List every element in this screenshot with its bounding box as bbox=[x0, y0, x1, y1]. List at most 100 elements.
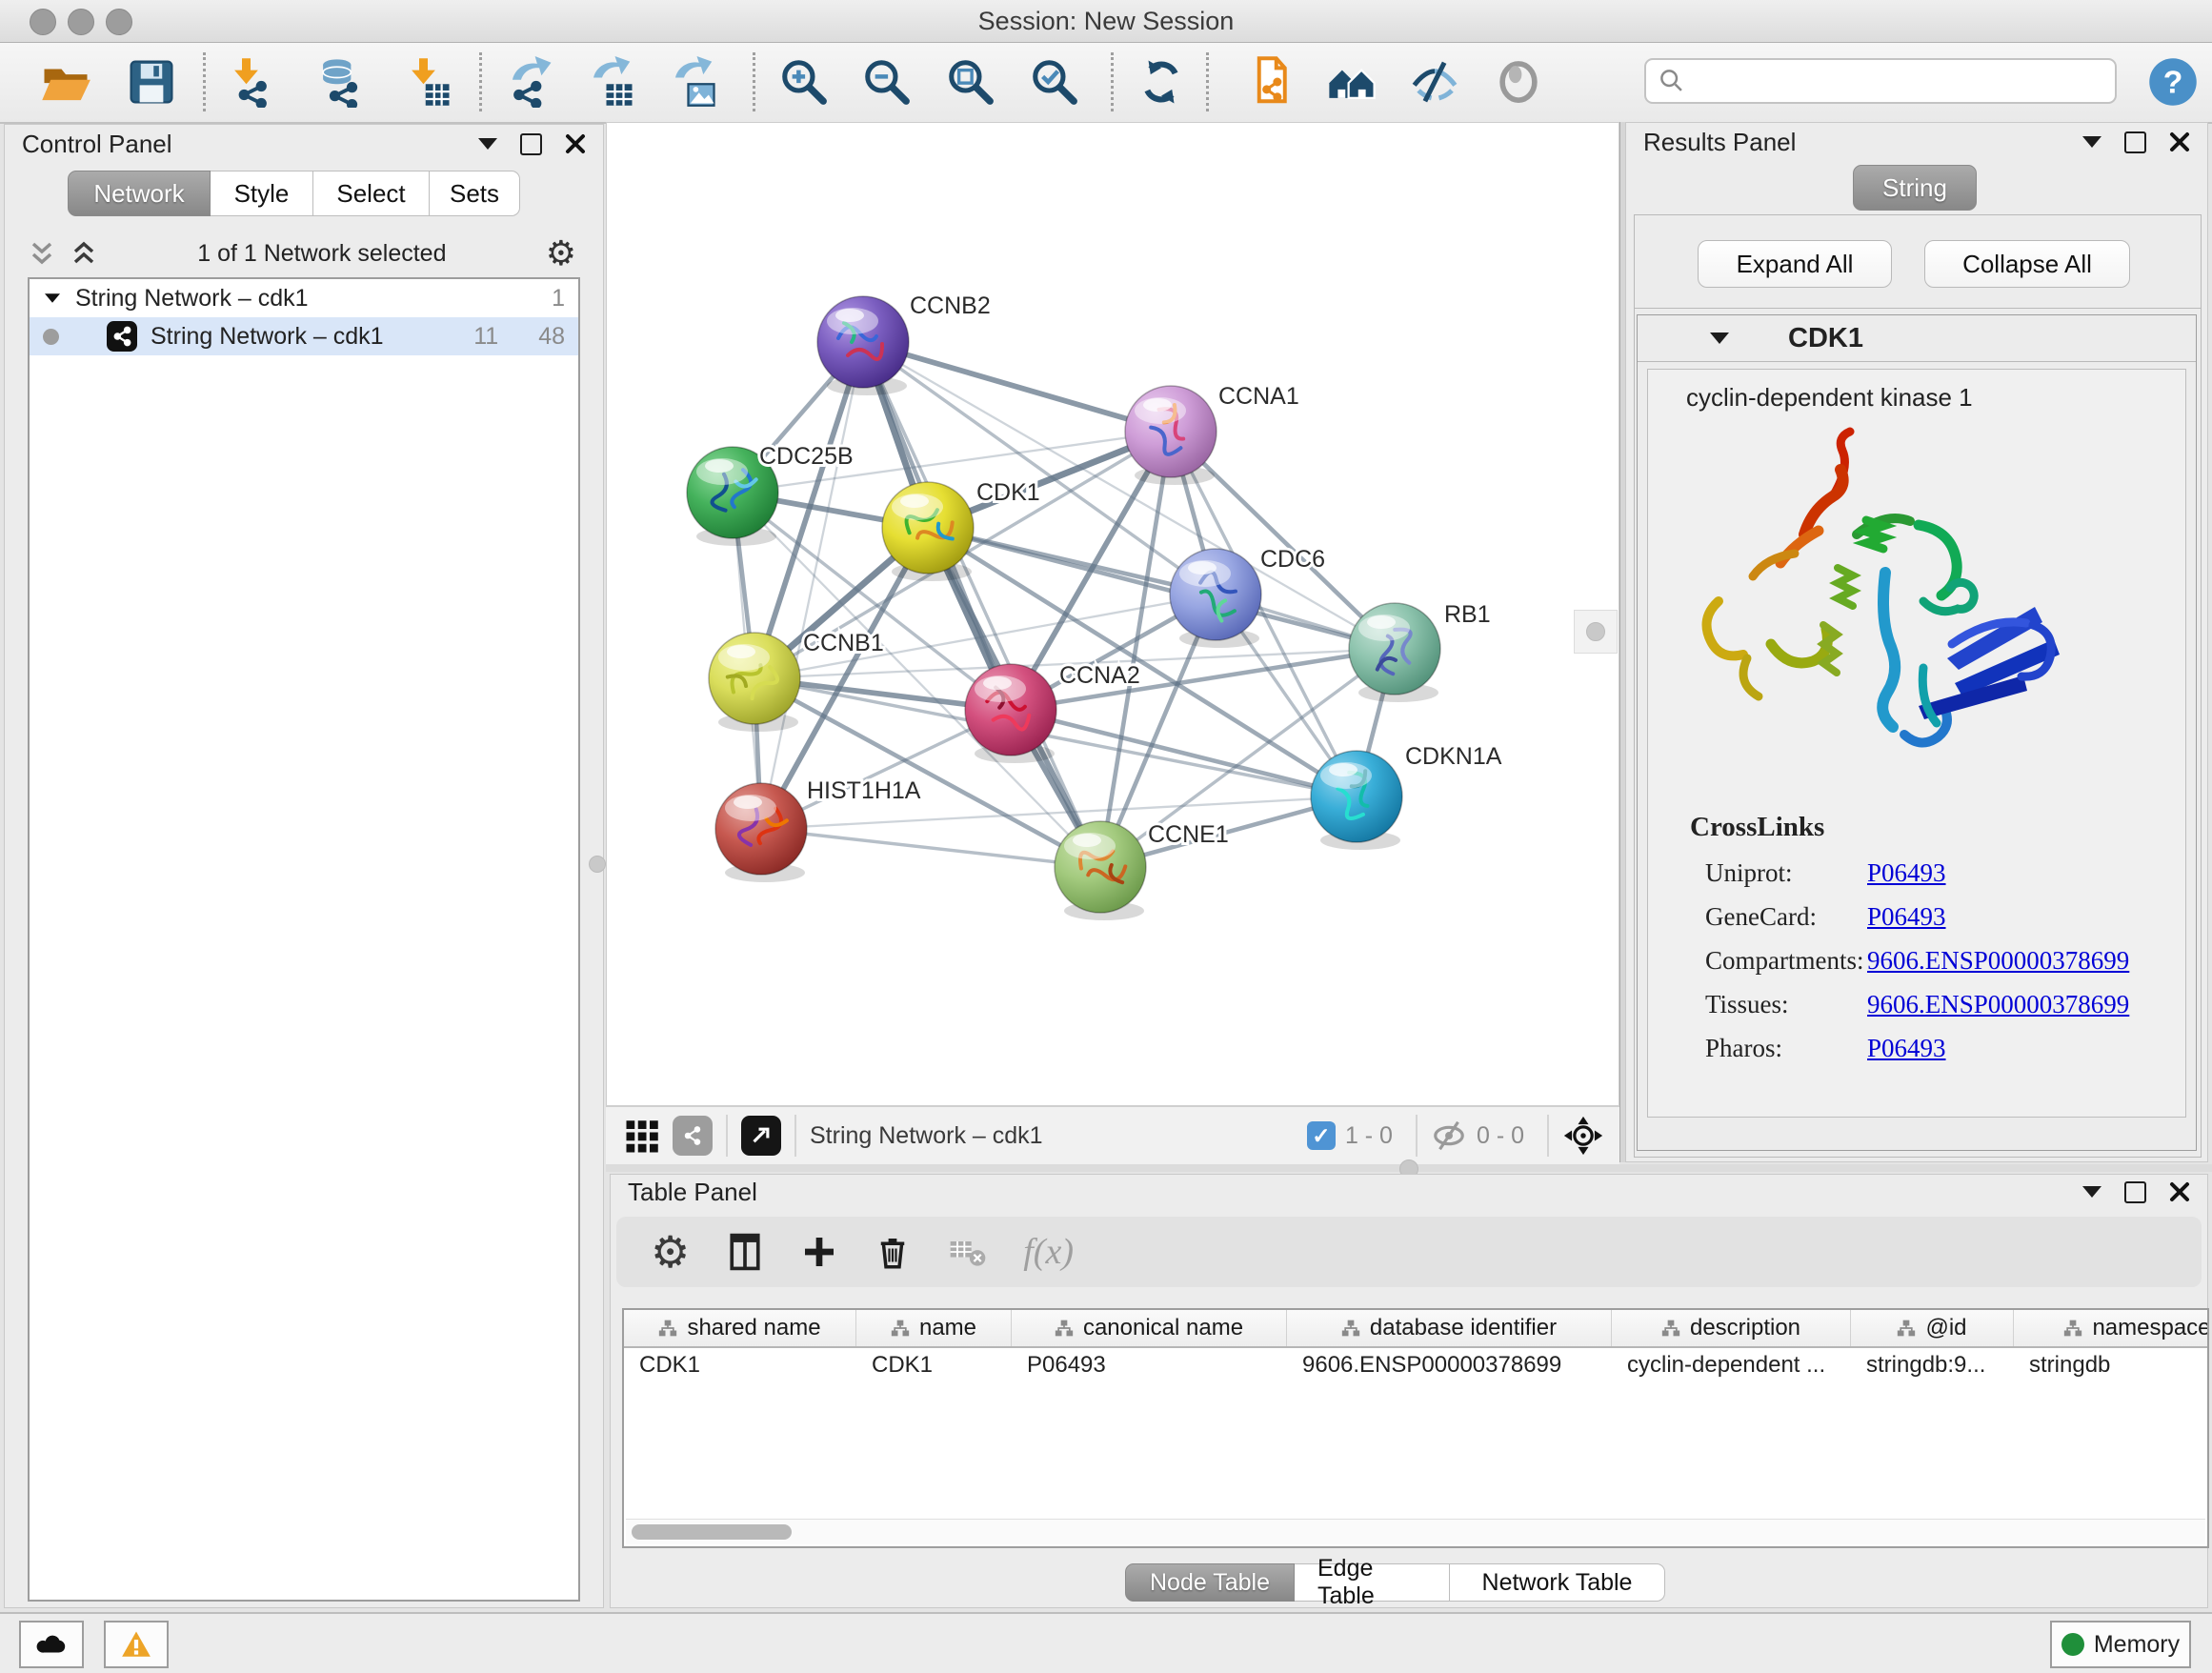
network-canvas[interactable]: CCNB2 CCNA1 CDC25B CDK1 CDC6 RB1 CCNB1 CCNA2 CDK… bbox=[606, 122, 1619, 1107]
search-field[interactable] bbox=[1644, 58, 2117, 104]
export-network-icon[interactable] bbox=[502, 54, 557, 110]
refresh-icon[interactable] bbox=[1134, 54, 1189, 110]
close-panel-icon[interactable] bbox=[2169, 1181, 2190, 1202]
open-in-window-icon[interactable] bbox=[741, 1116, 781, 1156]
node-label-CDC25B[interactable]: CDC25B bbox=[759, 443, 854, 470]
zoom-selected-icon[interactable] bbox=[1027, 54, 1082, 110]
node-label-CCNB1[interactable]: CCNB1 bbox=[803, 630, 884, 656]
node-label-CCNA2[interactable]: CCNA2 bbox=[1059, 662, 1140, 689]
column-header-namespace[interactable]: namespace bbox=[2014, 1310, 2209, 1346]
tab-sets[interactable]: Sets bbox=[430, 171, 520, 216]
column-header-description[interactable]: description bbox=[1612, 1310, 1851, 1346]
add-column-icon[interactable] bbox=[800, 1233, 838, 1271]
node-label-CDKN1A[interactable]: CDKN1A bbox=[1405, 743, 1502, 770]
selected-checkbox-icon[interactable]: ✓ bbox=[1307, 1121, 1336, 1150]
network-row[interactable]: String Network – cdk1 11 48 bbox=[30, 317, 578, 355]
network-collection-row[interactable]: String Network – cdk1 1 bbox=[30, 279, 578, 317]
node-label-HIST1H1A[interactable]: HIST1H1A bbox=[807, 777, 921, 804]
import-network-database-icon[interactable] bbox=[312, 54, 367, 110]
export-image-icon[interactable] bbox=[665, 54, 720, 110]
tab-edge-table[interactable]: Edge Table bbox=[1295, 1563, 1450, 1602]
help-icon[interactable]: ? bbox=[2145, 54, 2201, 110]
float-panel-icon[interactable] bbox=[2082, 136, 2101, 148]
warning-button[interactable] bbox=[104, 1621, 169, 1668]
table-horizontal-scrollbar[interactable] bbox=[626, 1519, 2205, 1544]
houses-icon[interactable] bbox=[1324, 54, 1379, 110]
table-row[interactable]: CDK1CDK1P064939606.ENSP00000378699cyclin… bbox=[624, 1348, 2207, 1382]
collapse-section-icon[interactable] bbox=[1710, 333, 1729, 344]
table-cell[interactable]: stringdb:9... bbox=[1851, 1352, 2014, 1379]
maximize-panel-icon[interactable] bbox=[2124, 131, 2146, 153]
zoom-out-icon[interactable] bbox=[859, 54, 915, 110]
export-table-icon[interactable] bbox=[583, 54, 638, 110]
tab-select[interactable]: Select bbox=[313, 171, 430, 216]
zoom-in-icon[interactable] bbox=[776, 54, 832, 110]
cloud-button[interactable] bbox=[19, 1621, 84, 1668]
hidden-eye-icon[interactable] bbox=[1431, 1118, 1467, 1154]
crosslink-pharos[interactable]: P06493 bbox=[1867, 1026, 1946, 1070]
tab-style[interactable]: Style bbox=[211, 171, 313, 216]
share-view-icon[interactable] bbox=[673, 1116, 713, 1156]
left-splitter-handle[interactable] bbox=[589, 856, 606, 873]
node-label-CCNE1[interactable]: CCNE1 bbox=[1148, 821, 1229, 848]
tab-node-table[interactable]: Node Table bbox=[1125, 1563, 1295, 1602]
table-settings-gear-icon[interactable]: ⚙ bbox=[651, 1230, 690, 1274]
zoom-window-button[interactable] bbox=[106, 9, 132, 35]
table-cell[interactable]: 9606.ENSP00000378699 bbox=[1287, 1352, 1612, 1379]
close-panel-icon[interactable] bbox=[565, 133, 586, 154]
zoom-fit-icon[interactable] bbox=[943, 54, 998, 110]
node-label-CCNB2[interactable]: CCNB2 bbox=[910, 292, 991, 319]
save-session-icon[interactable] bbox=[124, 54, 179, 110]
node-label-CDC6[interactable]: CDC6 bbox=[1260, 546, 1325, 573]
table-cell[interactable]: CDK1 bbox=[856, 1352, 1012, 1379]
crosslink-compartments[interactable]: 9606.ENSP00000378699 bbox=[1867, 938, 2129, 982]
expand-all-icon[interactable] bbox=[28, 239, 56, 268]
tab-network-table[interactable]: Network Table bbox=[1450, 1563, 1665, 1602]
column-header-canonical-name[interactable]: canonical name bbox=[1012, 1310, 1287, 1346]
collection-expand-icon[interactable] bbox=[45, 293, 60, 303]
column-header-shared-name[interactable]: shared name bbox=[624, 1310, 856, 1346]
float-panel-icon[interactable] bbox=[2082, 1186, 2101, 1198]
column-header-database-identifier[interactable]: database identifier bbox=[1287, 1310, 1612, 1346]
maximize-panel-icon[interactable] bbox=[520, 133, 542, 155]
close-window-button[interactable] bbox=[30, 9, 56, 35]
crosslink-tissues[interactable]: 9606.ENSP00000378699 bbox=[1867, 982, 2129, 1026]
delete-table-icon[interactable] bbox=[947, 1231, 989, 1273]
column-header-name[interactable]: name bbox=[856, 1310, 1012, 1346]
gene-section-header[interactable]: CDK1 bbox=[1638, 315, 2196, 362]
scrollbar-thumb[interactable] bbox=[632, 1524, 792, 1540]
column-header--id[interactable]: @id bbox=[1851, 1310, 2014, 1346]
table-cell[interactable]: cyclin-dependent ... bbox=[1612, 1352, 1851, 1379]
import-network-file-icon[interactable] bbox=[223, 54, 278, 110]
hide-unhide-icon[interactable] bbox=[1407, 54, 1462, 110]
grid-view-icon[interactable] bbox=[623, 1116, 663, 1156]
float-panel-icon[interactable] bbox=[478, 138, 497, 150]
delete-column-icon[interactable] bbox=[873, 1232, 913, 1272]
tab-string[interactable]: String bbox=[1853, 165, 1977, 211]
minimize-window-button[interactable] bbox=[68, 9, 94, 35]
birds-eye-icon[interactable] bbox=[1562, 1115, 1604, 1157]
crosslink-genecard[interactable]: P06493 bbox=[1867, 895, 1946, 938]
node-label-CDK1[interactable]: CDK1 bbox=[976, 479, 1040, 506]
eye-icon[interactable] bbox=[1491, 54, 1546, 110]
memory-button[interactable]: Memory bbox=[2050, 1621, 2191, 1668]
node-label-RB1[interactable]: RB1 bbox=[1444, 601, 1491, 628]
gear-icon[interactable]: ⚙ bbox=[546, 236, 576, 271]
show-columns-icon[interactable] bbox=[724, 1231, 766, 1273]
maximize-panel-icon[interactable] bbox=[2124, 1181, 2146, 1203]
crosslink-uniprot[interactable]: P06493 bbox=[1867, 851, 1946, 895]
collapse-all-icon[interactable] bbox=[70, 239, 98, 268]
tab-network[interactable]: Network bbox=[68, 171, 211, 216]
expand-all-button[interactable]: Expand All bbox=[1698, 240, 1892, 288]
table-cell[interactable]: P06493 bbox=[1012, 1352, 1287, 1379]
close-panel-icon[interactable] bbox=[2169, 131, 2190, 152]
import-table-icon[interactable] bbox=[400, 54, 455, 110]
string-import-icon[interactable] bbox=[1242, 54, 1297, 110]
table-cell[interactable]: stringdb bbox=[2014, 1352, 2209, 1379]
open-session-icon[interactable] bbox=[38, 54, 93, 110]
function-builder-icon[interactable]: f(x) bbox=[1023, 1231, 1074, 1273]
splitter-handle-pad[interactable] bbox=[1574, 610, 1618, 654]
node-label-CCNA1[interactable]: CCNA1 bbox=[1218, 383, 1299, 410]
search-input[interactable] bbox=[1688, 67, 2105, 96]
table-cell[interactable]: CDK1 bbox=[624, 1352, 856, 1379]
